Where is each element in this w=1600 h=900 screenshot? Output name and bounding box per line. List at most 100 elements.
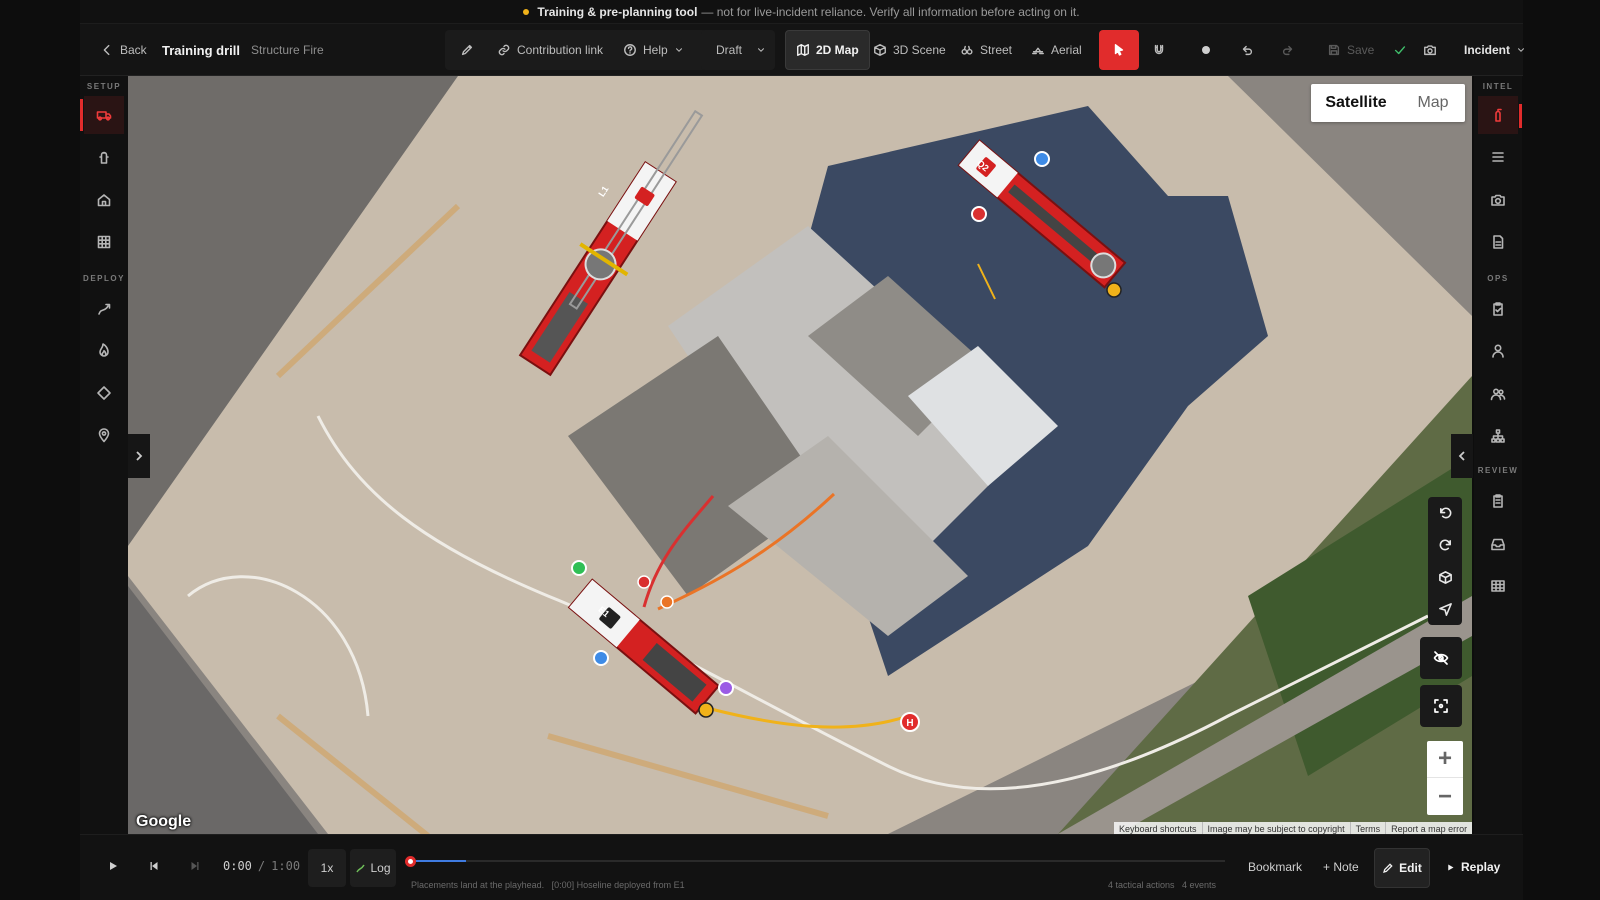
documents-tool[interactable] <box>1478 223 1518 261</box>
report-icon <box>1493 494 1503 508</box>
pencil-icon <box>1383 863 1393 873</box>
left-sidebar: SETUP DEPLOY <box>80 76 128 834</box>
screenshot-button[interactable] <box>1420 30 1440 70</box>
playback-speed-button[interactable]: 1x <box>308 849 346 887</box>
contribution-link-button[interactable]: Contribution link <box>497 30 603 70</box>
rotate-left-button[interactable] <box>1428 497 1462 529</box>
view-street-label: Street <box>980 43 1013 57</box>
timeline-counts: 4 tactical actions 4 events <box>1108 880 1217 890</box>
banner-strong: Training & pre-planning tool <box>537 4 698 19</box>
incident-menu[interactable]: Incident <box>1464 30 1526 70</box>
handle-q2-red[interactable] <box>971 206 987 222</box>
hazard-tool[interactable] <box>84 374 124 412</box>
note-label: + Note <box>1323 860 1359 874</box>
camera-icon <box>1491 194 1505 206</box>
photos-tool[interactable] <box>1478 181 1518 219</box>
crews-tool[interactable] <box>1478 375 1518 413</box>
fit-view-button[interactable] <box>1420 685 1462 727</box>
hydrant-label: H <box>906 718 913 729</box>
pen-icon <box>461 44 473 56</box>
table-tool[interactable] <box>1478 567 1518 605</box>
people-icon <box>1490 388 1506 401</box>
person-icon <box>1492 344 1504 358</box>
playhead-handle[interactable] <box>405 856 416 867</box>
view-3d-label: 3D Scene <box>893 43 946 57</box>
tilt-3d-button[interactable] <box>1428 561 1462 593</box>
checklist-tool[interactable] <box>1478 290 1518 328</box>
view-street-tab[interactable]: Street <box>960 30 1012 70</box>
help-button[interactable]: Help <box>623 30 684 70</box>
redo-button[interactable] <box>1278 30 1298 70</box>
handle-orange[interactable] <box>660 595 674 609</box>
grid-tool[interactable] <box>84 223 124 261</box>
handle-purple[interactable] <box>718 680 734 696</box>
bookmark-button[interactable]: Bookmark <box>1248 860 1302 874</box>
chevron-left-icon <box>103 44 110 56</box>
map-canvas[interactable]: L1 Q2 E1 H <box>128 76 1472 834</box>
handle-blue[interactable] <box>593 650 609 666</box>
play-icon <box>1448 864 1454 870</box>
view-aerial-tab[interactable]: Aerial <box>1031 30 1082 70</box>
extinguisher-tool[interactable] <box>1478 96 1518 134</box>
expand-right-panel-button[interactable] <box>1451 434 1473 478</box>
play-button[interactable] <box>107 860 119 872</box>
view-2d-label: 2D Map <box>816 43 859 57</box>
handle-q2-blue[interactable] <box>1034 151 1050 167</box>
marker-tool[interactable] <box>84 416 124 454</box>
view-3d-scene-tab[interactable]: 3D Scene <box>873 30 946 70</box>
section-deploy: DEPLOY <box>83 274 125 283</box>
hoseline-tool[interactable] <box>84 290 124 328</box>
compass-button[interactable] <box>1428 593 1462 625</box>
back-button[interactable]: Back <box>100 30 147 70</box>
chevron-down-icon <box>675 48 682 52</box>
replay-mode-button[interactable]: Replay <box>1446 860 1500 874</box>
apparatus-tool[interactable] <box>84 96 124 134</box>
focus-frame-icon <box>1434 699 1448 713</box>
step-forward-button[interactable] <box>189 860 201 872</box>
commander-tool[interactable] <box>1478 332 1518 370</box>
handle-yellow[interactable] <box>698 702 714 718</box>
active-marker <box>80 99 83 131</box>
undo-button[interactable] <box>1237 30 1257 70</box>
add-note-button[interactable]: + Note <box>1323 860 1359 874</box>
hide-overlays-button[interactable] <box>1420 637 1462 679</box>
zoom-in-button[interactable]: + <box>1427 741 1463 778</box>
pin-icon <box>98 428 110 443</box>
save-button[interactable]: Save <box>1327 30 1374 70</box>
fire-tool[interactable] <box>84 331 124 369</box>
timeline-track[interactable] <box>410 860 1225 862</box>
handle-green[interactable] <box>571 560 587 576</box>
edit-mode-button[interactable]: Edit <box>1374 848 1430 888</box>
hose-icon <box>356 864 366 873</box>
structure-tool[interactable] <box>84 181 124 219</box>
draft-select[interactable]: Draft <box>716 30 766 70</box>
binoculars-icon <box>961 45 973 55</box>
org-chart-tool[interactable] <box>1478 417 1518 455</box>
banner-text: — not for live-incident reliance. Verify… <box>701 4 1080 19</box>
inbox-tool[interactable] <box>1478 525 1518 563</box>
rotate-right-button[interactable] <box>1428 529 1462 561</box>
handle-red[interactable] <box>637 575 651 589</box>
pen-button[interactable] <box>452 30 482 70</box>
skip-to-start-button[interactable] <box>148 860 160 872</box>
log-button[interactable]: Log <box>350 849 396 887</box>
hydrant-tool[interactable] <box>84 138 124 176</box>
handle-q2-yellow[interactable] <box>1106 282 1122 298</box>
map-button[interactable]: Map <box>1401 84 1465 122</box>
cursor-icon <box>1114 44 1124 56</box>
redo-icon <box>1282 45 1293 56</box>
section-review: REVIEW <box>1477 466 1519 475</box>
org-chart-icon <box>1491 429 1505 443</box>
view-2d-map-tab[interactable]: 2D Map <box>785 30 870 70</box>
magnet-tool-button[interactable] <box>1149 30 1169 70</box>
point-tool-button[interactable] <box>1196 30 1216 70</box>
section-intel: INTEL <box>1482 82 1514 91</box>
zoom-out-button[interactable]: − <box>1427 778 1463 815</box>
report-tool[interactable] <box>1478 482 1518 520</box>
banner-dot-icon <box>523 8 530 15</box>
eye-off-icon <box>1433 651 1449 665</box>
expand-left-panel-button[interactable] <box>128 434 150 478</box>
satellite-button[interactable]: Satellite <box>1311 84 1401 122</box>
select-tool-button[interactable] <box>1099 30 1139 70</box>
list-tool[interactable] <box>1478 138 1518 176</box>
